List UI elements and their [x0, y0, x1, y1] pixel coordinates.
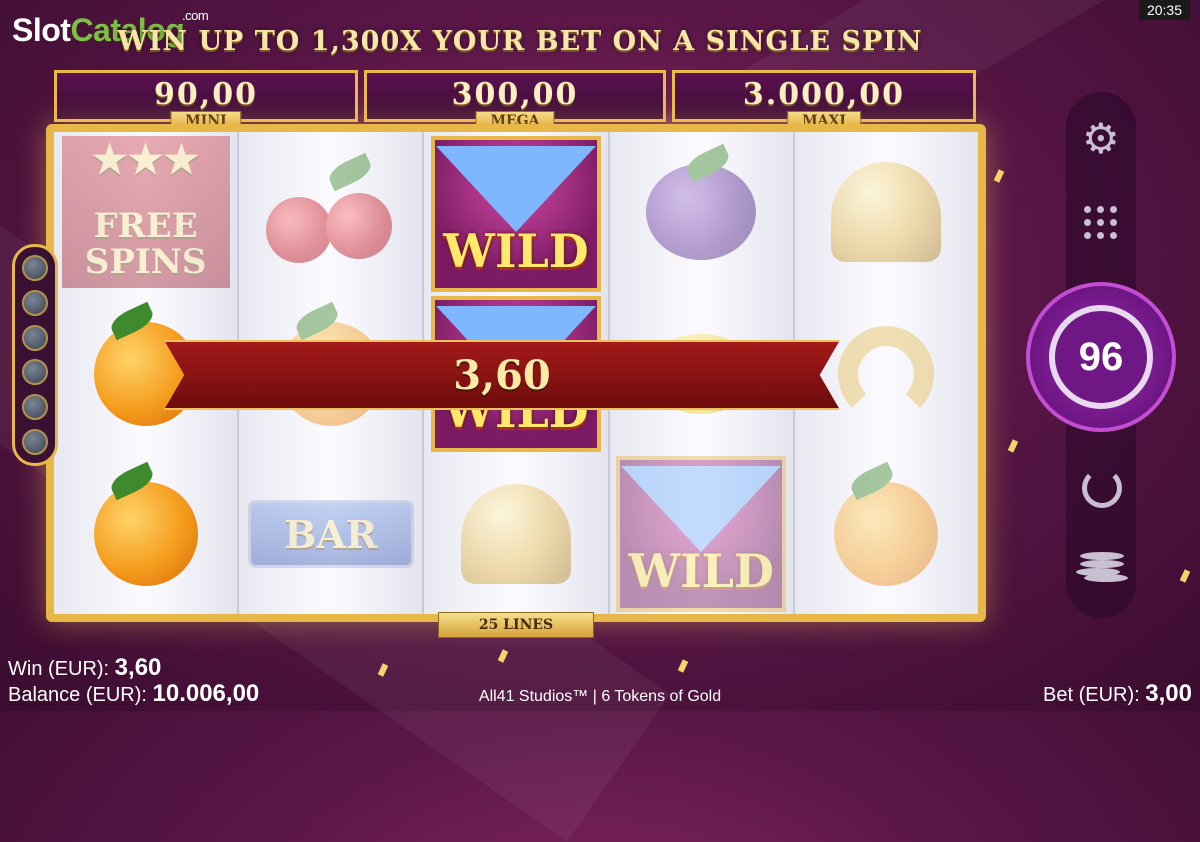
symbol-free-spins: ★★★ FREE SPINS [54, 132, 237, 292]
clock: 20:35 [1138, 0, 1190, 20]
win-amount: 3,60 [453, 351, 551, 399]
jackpot-mini: 90,00 MINI [54, 70, 358, 131]
coins-icon[interactable] [1076, 550, 1128, 582]
autoplay-icon[interactable] [1082, 468, 1122, 508]
jackpot-mega: 300,00 MEGA [364, 70, 666, 131]
symbol-horseshoe [795, 294, 978, 454]
confetti [1007, 439, 1019, 453]
symbol-orange [54, 454, 237, 614]
diamond-icon [621, 466, 782, 552]
confetti [1179, 569, 1191, 583]
win-banner: 3,60 [164, 340, 840, 410]
stars-icon: ★★★ [91, 136, 200, 183]
symbol-plum [610, 132, 793, 292]
symbol-bell [424, 454, 607, 614]
line-dot [22, 324, 48, 351]
reel-5 [794, 132, 979, 614]
confetti [993, 169, 1005, 183]
line-dot [22, 359, 48, 386]
line-dot [22, 428, 48, 455]
line-dot [22, 289, 48, 316]
symbol-cherry [239, 132, 422, 292]
jackpot-maxi: 3.000,00 MAXI [672, 70, 976, 131]
headline: WIN UP TO 1,300X YOUR BET ON A SINGLE SP… [117, 26, 923, 57]
provider-text: All41 Studios™ | 6 Tokens of Gold [478, 688, 722, 705]
lines-indicator [12, 244, 58, 466]
line-dot [22, 393, 48, 420]
line-dot [22, 255, 48, 282]
symbol-bell [795, 132, 978, 292]
gear-icon[interactable]: ⚙ [1082, 118, 1120, 160]
win-display: Win (EUR): 3,60 [8, 654, 162, 681]
diamond-icon [436, 146, 596, 232]
symbol-bar: BAR [239, 454, 422, 614]
bet-display[interactable]: Bet (EUR): 3,00 [1043, 680, 1192, 708]
symbol-wild: WILD [424, 134, 607, 294]
menu-grid-icon[interactable] [1084, 206, 1118, 240]
symbol-wild: WILD [610, 454, 793, 614]
symbol-orange [795, 454, 978, 614]
spin-button[interactable]: 96 [1026, 282, 1176, 432]
lines-label: 25 LINES [438, 612, 594, 638]
confetti [677, 659, 689, 673]
spin-counter: 96 [1078, 334, 1124, 379]
